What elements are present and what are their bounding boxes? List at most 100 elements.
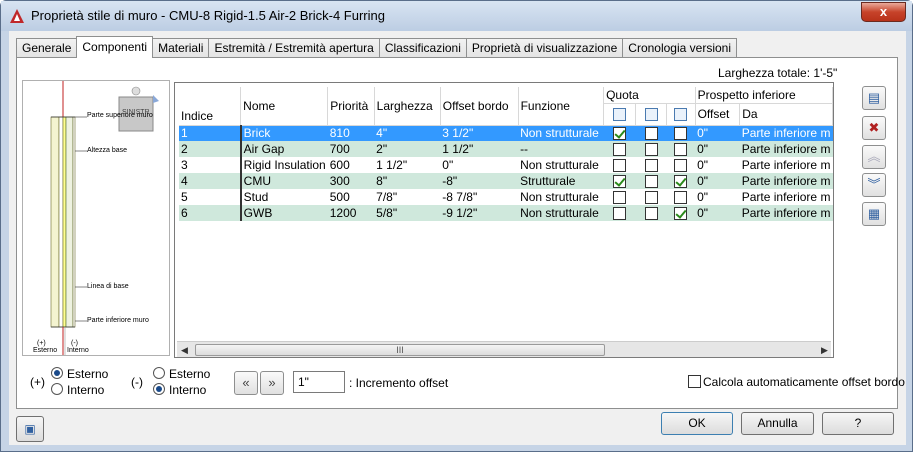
col-nome[interactable]: Nome	[240, 87, 329, 126]
quota-checkbox[interactable]	[644, 143, 658, 157]
minus-interno-radio[interactable]	[153, 383, 165, 395]
cancel-button[interactable]: Annulla	[741, 412, 814, 435]
help-button[interactable]: ?	[822, 412, 894, 435]
cell-da[interactable]: Parte inferiore m	[739, 205, 833, 221]
tab-classificazioni[interactable]: Classificazioni	[378, 38, 467, 58]
ok-button[interactable]: OK	[661, 412, 733, 435]
col-indice[interactable]: Indice	[179, 87, 242, 126]
quota-left-icon[interactable]	[612, 108, 626, 122]
cell-priorita[interactable]: 700	[327, 141, 375, 157]
horizontal-scrollbar[interactable]: ◀ III ▶	[177, 341, 831, 357]
cell-funzione[interactable]: --	[518, 141, 604, 157]
quota-checkbox[interactable]	[644, 127, 658, 141]
table-row[interactable]: 6 GWB 1200 5/8" -9 1/2" Non strutturale 0" Part…	[179, 205, 833, 221]
quota-checkbox[interactable]	[612, 175, 626, 189]
close-button[interactable]: x	[861, 2, 906, 22]
cell-indice[interactable]: 6	[179, 205, 241, 221]
cell-offset[interactable]: 0"	[695, 141, 740, 157]
quota-checkbox[interactable]	[612, 143, 626, 157]
scroll-right-arrow-icon[interactable]: ▶	[821, 345, 828, 356]
cell-priorita[interactable]: 1200	[327, 205, 375, 221]
col-funzione[interactable]: Funzione	[518, 87, 605, 126]
cell-offset[interactable]: 0"	[695, 173, 740, 189]
quota-checkbox[interactable]	[612, 191, 626, 205]
cell-priorita[interactable]: 300	[327, 173, 375, 189]
cell-offset-bordo[interactable]: -9 1/2"	[440, 205, 519, 221]
cell-funzione[interactable]: Non strutturale	[518, 125, 604, 141]
cell-indice[interactable]: 2	[179, 141, 241, 157]
table-row[interactable]: 1 Brick 810 4" 3 1/2" Non strutturale 0" Parte …	[179, 125, 833, 141]
scroll-left-arrow-icon[interactable]: ◀	[181, 345, 188, 356]
table-row[interactable]: 5 Stud 500 7/8" -8 7/8" Non strutturale 0" Part…	[179, 189, 833, 205]
move-up-button[interactable]: ︽	[862, 145, 886, 169]
quota-checkbox[interactable]	[644, 191, 658, 205]
cell-da[interactable]: Parte inferiore m	[740, 157, 833, 173]
view-cube-face[interactable]: SINISTRA	[122, 109, 150, 116]
cell-priorita[interactable]: 500	[328, 189, 374, 205]
move-down-button[interactable]: ︾	[862, 173, 886, 197]
cell-funzione[interactable]: Non strutturale	[518, 205, 604, 221]
cell-offset-bordo[interactable]: 1 1/2"	[440, 141, 519, 157]
cell-offset-bordo[interactable]: -8"	[440, 173, 519, 189]
cell-larghezza[interactable]: 7/8"	[374, 189, 440, 205]
cell-priorita[interactable]: 600	[328, 157, 374, 173]
cell-larghezza[interactable]: 4"	[374, 125, 441, 141]
cell-nome[interactable]: GWB	[239, 205, 328, 221]
cell-funzione[interactable]: Non strutturale	[518, 189, 604, 205]
cell-priorita[interactable]: 810	[327, 125, 375, 141]
col-priorita[interactable]: Priorità	[327, 87, 375, 126]
minus-interno-label[interactable]: Interno	[169, 383, 206, 397]
cell-offset-bordo[interactable]: 0"	[440, 157, 518, 173]
quota-checkbox[interactable]	[612, 159, 626, 173]
cell-da[interactable]: Parte inferiore m	[740, 189, 833, 205]
quota-checkbox[interactable]	[644, 175, 658, 189]
cell-da[interactable]: Parte inferiore m	[739, 125, 833, 141]
quota-right-icon[interactable]	[674, 108, 688, 122]
cell-nome[interactable]: Air Gap	[239, 141, 328, 157]
quota-checkbox[interactable]	[644, 159, 658, 173]
cell-nome[interactable]: Brick	[239, 125, 328, 141]
cell-da[interactable]: Parte inferiore m	[739, 173, 833, 189]
tab-componenti[interactable]: Componenti	[76, 36, 154, 58]
quota-checkbox[interactable]	[674, 127, 688, 141]
auto-offset-checkbox[interactable]	[688, 375, 701, 388]
tab-generale[interactable]: Generale	[16, 38, 78, 58]
quota-checkbox[interactable]	[612, 127, 626, 141]
col-larghezza[interactable]: Larghezza	[374, 87, 441, 126]
table-row[interactable]: 4 CMU 300 8" -8" Strutturale 0" Parte inferiore…	[179, 173, 833, 189]
offset-right-button[interactable]: »	[260, 371, 284, 395]
scroll-thumb[interactable]: III	[195, 344, 605, 356]
plus-esterno-label[interactable]: Esterno	[67, 367, 108, 381]
offset-increment-input[interactable]: 1"	[293, 371, 345, 393]
col-offset-bordo[interactable]: Offset bordo	[440, 87, 519, 126]
cell-larghezza[interactable]: 8"	[374, 173, 441, 189]
plus-esterno-radio[interactable]	[51, 367, 63, 379]
cell-da[interactable]: Parte inferiore m	[739, 141, 833, 157]
cell-nome[interactable]: Stud	[239, 189, 328, 205]
offset-left-button[interactable]: «	[234, 371, 258, 395]
minus-esterno-label[interactable]: Esterno	[169, 367, 210, 381]
component-properties-button[interactable]: ▦	[862, 202, 886, 226]
minus-esterno-radio[interactable]	[153, 367, 165, 379]
cell-larghezza[interactable]: 5/8"	[374, 205, 441, 221]
col-offset[interactable]: Offset	[695, 103, 741, 126]
quota-checkbox[interactable]	[674, 159, 688, 173]
plus-interno-label[interactable]: Interno	[67, 383, 104, 397]
quota-checkbox[interactable]	[674, 143, 688, 157]
delete-component-button[interactable]: ✖	[862, 116, 886, 140]
quota-checkbox[interactable]	[674, 175, 688, 189]
cell-indice[interactable]: 3	[179, 157, 241, 173]
cell-offset-bordo[interactable]: 3 1/2"	[440, 125, 519, 141]
add-component-button[interactable]: ▤	[862, 86, 886, 110]
tab-estremita[interactable]: Estremità / Estremità apertura	[208, 38, 380, 58]
table-row[interactable]: 2 Air Gap 700 2" 1 1/2" -- 0" Parte inferiore m	[179, 141, 833, 157]
tab-proprieta-visualizzazione[interactable]: Proprietà di visualizzazione	[465, 38, 624, 58]
quota-checkbox[interactable]	[674, 191, 688, 205]
cell-funzione[interactable]: Strutturale	[518, 173, 604, 189]
cell-larghezza[interactable]: 2"	[374, 141, 441, 157]
cell-nome[interactable]: CMU	[239, 173, 328, 189]
auto-offset-label[interactable]: Calcola automaticamente offset bordo	[703, 375, 905, 389]
cell-nome[interactable]: Rigid Insulation	[239, 157, 328, 173]
cell-offset[interactable]: 0"	[695, 189, 740, 205]
cell-offset[interactable]: 0"	[695, 157, 740, 173]
